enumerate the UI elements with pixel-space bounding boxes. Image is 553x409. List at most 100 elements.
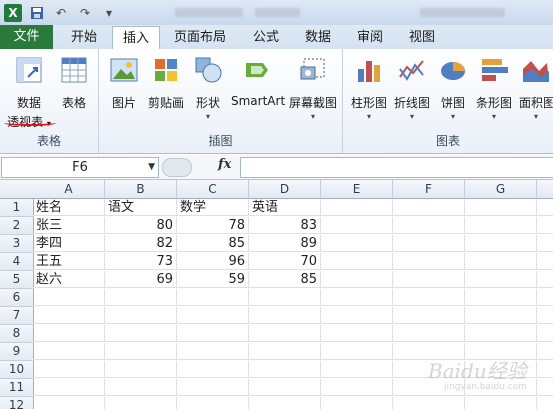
- cell[interactable]: [537, 325, 553, 342]
- redo-icon[interactable]: ↷: [76, 4, 94, 22]
- cell[interactable]: [321, 379, 393, 396]
- customize-qat-icon[interactable]: ▾: [100, 4, 118, 22]
- cell[interactable]: [393, 289, 465, 306]
- bar-chart-button[interactable]: 条形图 ▾: [473, 55, 515, 121]
- pie-chart-button[interactable]: 饼图 ▾: [437, 55, 469, 121]
- cell[interactable]: [249, 307, 321, 324]
- cell[interactable]: [105, 379, 177, 396]
- cell[interactable]: [537, 253, 553, 270]
- cell[interactable]: [321, 217, 393, 234]
- cell[interactable]: [105, 343, 177, 360]
- cell[interactable]: [537, 361, 553, 378]
- clipart-button[interactable]: 剪贴画: [145, 55, 187, 111]
- cell[interactable]: 96: [177, 253, 249, 270]
- cell[interactable]: [465, 271, 537, 288]
- column-header[interactable]: [537, 180, 553, 199]
- cell[interactable]: [393, 235, 465, 252]
- row-header[interactable]: 3: [0, 235, 34, 253]
- cell[interactable]: [33, 397, 105, 409]
- cell[interactable]: [177, 361, 249, 378]
- tab-file[interactable]: 文件: [0, 25, 53, 49]
- cell[interactable]: 李四: [33, 235, 105, 252]
- cell[interactable]: [393, 397, 465, 409]
- cell[interactable]: [321, 235, 393, 252]
- cell[interactable]: [537, 217, 553, 234]
- cell[interactable]: [321, 199, 393, 216]
- cell[interactable]: [537, 289, 553, 306]
- cell[interactable]: [393, 325, 465, 342]
- cell[interactable]: [465, 307, 537, 324]
- cell[interactable]: [321, 253, 393, 270]
- cell[interactable]: [393, 307, 465, 324]
- column-header[interactable]: A: [33, 180, 105, 199]
- cell[interactable]: [249, 343, 321, 360]
- pivot-table-button[interactable]: 数据 透视表 ▾: [6, 55, 52, 130]
- row-header[interactable]: 10: [0, 361, 34, 379]
- row-header[interactable]: 6: [0, 289, 34, 307]
- column-header[interactable]: F: [393, 180, 465, 199]
- column-header[interactable]: G: [465, 180, 537, 199]
- cell[interactable]: [465, 325, 537, 342]
- area-chart-button[interactable]: 面积图 ▾: [519, 55, 553, 121]
- column-chart-button[interactable]: 柱形图 ▾: [349, 55, 389, 121]
- cell[interactable]: [465, 217, 537, 234]
- cell[interactable]: [177, 289, 249, 306]
- cell[interactable]: [393, 199, 465, 216]
- cell[interactable]: 73: [105, 253, 177, 270]
- row-header[interactable]: 2: [0, 217, 34, 235]
- cell[interactable]: [33, 361, 105, 378]
- tab-view[interactable]: 视图: [402, 26, 442, 49]
- insert-function-button[interactable]: fx: [218, 157, 231, 172]
- select-all-corner[interactable]: [0, 180, 34, 199]
- cell[interactable]: [249, 361, 321, 378]
- cell[interactable]: 89: [249, 235, 321, 252]
- cell[interactable]: [33, 325, 105, 342]
- cell[interactable]: [33, 307, 105, 324]
- tab-page-layout[interactable]: 页面布局: [168, 26, 232, 49]
- shapes-button[interactable]: 形状 ▾: [193, 55, 223, 121]
- cell[interactable]: [105, 289, 177, 306]
- tab-formulas[interactable]: 公式: [244, 26, 288, 49]
- resize-handle-icon[interactable]: [162, 158, 192, 177]
- cell[interactable]: [321, 361, 393, 378]
- row-header[interactable]: 8: [0, 325, 34, 343]
- cell[interactable]: 赵六: [33, 271, 105, 288]
- cell[interactable]: [177, 343, 249, 360]
- cell[interactable]: [537, 307, 553, 324]
- cell[interactable]: [105, 397, 177, 409]
- cell[interactable]: [249, 397, 321, 409]
- row-header[interactable]: 12: [0, 397, 34, 409]
- cell[interactable]: [249, 289, 321, 306]
- cell[interactable]: 张三: [33, 217, 105, 234]
- cell[interactable]: [537, 271, 553, 288]
- formula-input[interactable]: [240, 157, 553, 178]
- cell[interactable]: 姓名: [33, 199, 105, 216]
- cell[interactable]: [465, 199, 537, 216]
- row-header[interactable]: 7: [0, 307, 34, 325]
- cell[interactable]: 59: [177, 271, 249, 288]
- table-button[interactable]: 表格: [56, 55, 92, 111]
- cell[interactable]: [105, 361, 177, 378]
- cell[interactable]: [321, 289, 393, 306]
- cell[interactable]: [33, 343, 105, 360]
- cell[interactable]: [321, 271, 393, 288]
- cell[interactable]: 王五: [33, 253, 105, 270]
- cell[interactable]: [321, 307, 393, 324]
- undo-icon[interactable]: ↶: [52, 4, 70, 22]
- cell[interactable]: [537, 199, 553, 216]
- cell[interactable]: [177, 379, 249, 396]
- cell[interactable]: [177, 325, 249, 342]
- row-header[interactable]: 5: [0, 271, 34, 289]
- tab-home[interactable]: 开始: [62, 26, 106, 49]
- cell[interactable]: 70: [249, 253, 321, 270]
- cell[interactable]: 85: [249, 271, 321, 288]
- row-header[interactable]: 1: [0, 199, 34, 217]
- cell[interactable]: [177, 307, 249, 324]
- column-header[interactable]: B: [105, 180, 177, 199]
- cell[interactable]: [537, 397, 553, 409]
- cell[interactable]: [393, 253, 465, 270]
- column-header[interactable]: D: [249, 180, 321, 199]
- cell[interactable]: 69: [105, 271, 177, 288]
- cell[interactable]: 85: [177, 235, 249, 252]
- line-chart-button[interactable]: 折线图 ▾: [391, 55, 433, 121]
